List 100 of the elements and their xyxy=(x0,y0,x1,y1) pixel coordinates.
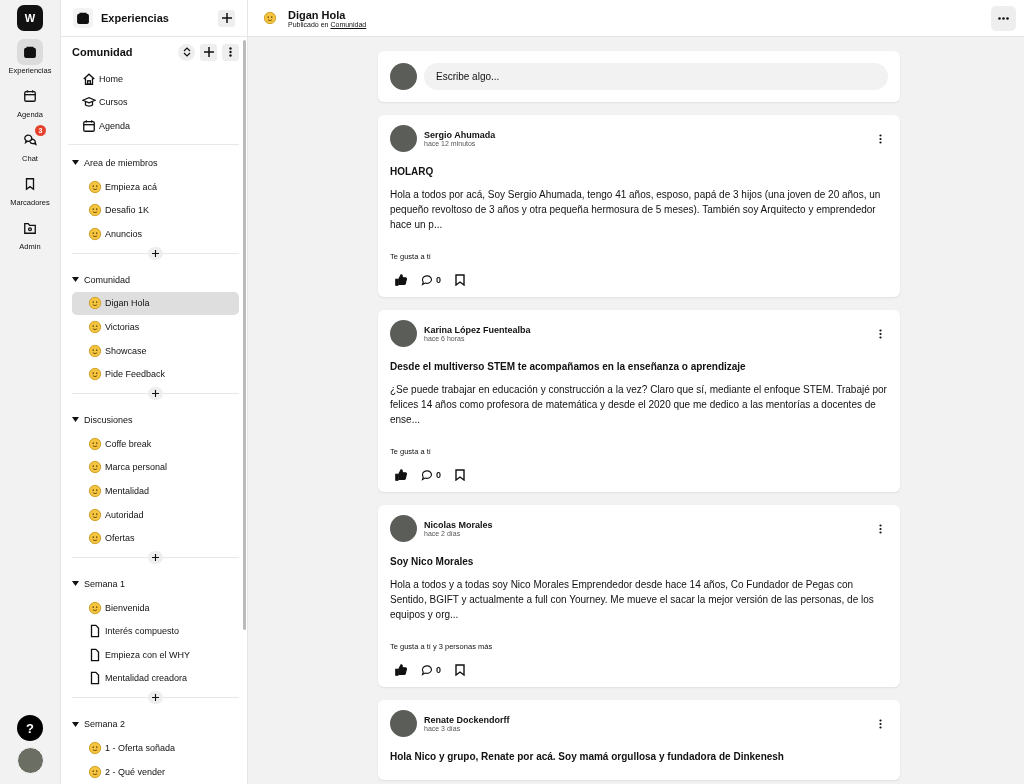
post-title: Soy Nico Morales xyxy=(390,556,475,567)
home-icon xyxy=(82,71,96,86)
more-icon xyxy=(878,133,882,144)
channel-item[interactable]: Ofertas xyxy=(72,526,239,550)
scrollbar[interactable] xyxy=(243,40,246,630)
sidebar-link[interactable]: Cursos xyxy=(72,90,239,115)
post-body: Hola a todos por acá, Soy Sergio Ahumada, tengo 41 años, esposo, papá de 3 hijos (una joven de 20 años, un pequeño revoltoso de 3 años y otra pequeña hermosura de 5 meses). También soy Arquitecto y emprendedor hace un p... xyxy=(390,188,882,232)
channel-item[interactable]: Bienvenida xyxy=(72,595,239,620)
sidebar-link[interactable]: Home xyxy=(72,67,239,91)
avatar[interactable] xyxy=(16,747,44,774)
more-icon xyxy=(878,718,882,729)
bookmark-icon xyxy=(455,274,465,286)
post-body: Hola a todos y a todas soy Nico Morales Emprendedor desde hace 14 años, Co Fundador de Pegas con Sentido, BGIFT y actualmente a full con Yourney. Me mueve el sacar la mejor versión de las personas, de los equipos y org... xyxy=(390,578,875,622)
channel-item[interactable]: Anuncios xyxy=(72,221,239,246)
comment-icon xyxy=(421,469,433,481)
switch-button[interactable] xyxy=(178,43,195,61)
sidebar-link[interactable]: Agenda xyxy=(72,114,239,138)
box-icon xyxy=(23,45,37,59)
emoji-icon xyxy=(88,226,102,241)
folder-icon xyxy=(23,221,37,235)
more-icon xyxy=(229,47,232,57)
thumbs-up-icon xyxy=(395,469,407,481)
thumbs-up-icon xyxy=(395,664,407,676)
section-header[interactable]: Discusiones xyxy=(72,407,133,432)
caret-icon xyxy=(72,277,79,283)
channel-item[interactable]: 2 - Qué vender xyxy=(72,759,239,784)
help-button[interactable]: ? xyxy=(17,715,43,741)
community-title: Comunidad xyxy=(72,46,134,58)
avatar xyxy=(390,125,417,152)
author-name: Karina López Fuentealba xyxy=(424,325,532,335)
chat-icon xyxy=(23,133,37,147)
caret-icon xyxy=(72,417,79,423)
thumbs-up-icon xyxy=(395,274,407,286)
channel-item[interactable]: Mentalidad creadora xyxy=(72,666,239,691)
document-icon xyxy=(88,671,102,686)
add-button[interactable] xyxy=(218,9,235,27)
emoji-icon xyxy=(88,507,102,522)
comment-button[interactable]: 0 xyxy=(416,661,446,679)
comment-icon xyxy=(421,274,433,286)
emoji-icon xyxy=(88,600,102,615)
channel-item[interactable]: Pide Feedback xyxy=(72,362,239,386)
channel-item[interactable]: Showcase xyxy=(72,338,239,363)
more-icon xyxy=(878,523,882,534)
channel-item[interactable]: 1 - Oferta soñada xyxy=(72,736,239,760)
add-button[interactable] xyxy=(200,43,217,61)
comment-button[interactable]: 0 xyxy=(416,271,446,289)
channel-item[interactable]: Desafio 1K xyxy=(72,198,239,222)
plus-icon xyxy=(152,389,159,397)
calendar-icon xyxy=(23,89,37,103)
section-header[interactable]: Semana 1 xyxy=(72,571,126,596)
page-title: Digan Hola xyxy=(288,8,347,21)
document-icon xyxy=(88,624,102,639)
avatar xyxy=(390,515,417,542)
section-header[interactable]: Semana 2 xyxy=(72,712,126,737)
emoji-icon xyxy=(88,531,102,546)
author-name: Sergio Ahumada xyxy=(424,130,497,140)
bookmark-icon xyxy=(455,469,465,481)
channel-item[interactable]: Empieza acá xyxy=(72,174,239,199)
channel-item[interactable]: Coffe break xyxy=(72,431,239,456)
emoji-icon xyxy=(88,436,102,451)
channel-item[interactable]: Interés compuesto xyxy=(72,619,239,644)
avatar xyxy=(390,63,417,90)
emoji-icon xyxy=(88,296,102,311)
channel-item[interactable]: Empieza con el WHY xyxy=(72,643,239,667)
post-input[interactable]: Escribe algo... xyxy=(424,63,888,90)
calendar-icon xyxy=(82,119,96,133)
post-title: Hola Nico y grupo, Renate por acá. Soy mamá orgullosa y fundadora de Dinkenesh xyxy=(390,751,785,762)
section-header[interactable]: Area de miembros xyxy=(72,150,158,175)
more-button[interactable] xyxy=(991,5,1016,31)
plus-icon xyxy=(152,694,159,702)
channel-item[interactable]: Marca personal xyxy=(72,455,239,480)
avatar xyxy=(390,320,417,347)
plus-icon xyxy=(152,249,159,257)
graduation-cap-icon xyxy=(82,95,96,110)
logo[interactable]: W xyxy=(17,5,43,31)
comment-button[interactable]: 0 xyxy=(416,466,446,484)
emoji-icon xyxy=(88,179,102,194)
channel-item[interactable]: Victorias xyxy=(72,315,239,339)
channel-item[interactable]: Autoridad xyxy=(72,502,239,527)
channel-item[interactable]: Mentalidad xyxy=(72,479,239,503)
plus-icon xyxy=(203,47,214,57)
more-icon xyxy=(878,328,882,339)
emoji-icon xyxy=(88,367,102,382)
caret-icon xyxy=(72,721,79,727)
bookmark-icon xyxy=(23,177,37,191)
emoji-icon xyxy=(88,203,102,218)
caret-icon xyxy=(72,581,79,587)
section-header[interactable]: Comunidad xyxy=(72,267,131,292)
emoji-icon xyxy=(88,483,102,498)
emoji-icon xyxy=(263,11,277,25)
bookmark-icon xyxy=(455,664,465,676)
channel-item[interactable]: Digan Hola xyxy=(72,291,239,316)
more-icon xyxy=(998,16,1009,20)
emoji-icon xyxy=(88,319,102,334)
document-icon xyxy=(88,647,102,662)
author-name: Renate Dockendorff xyxy=(424,715,511,725)
emoji-icon xyxy=(88,741,102,756)
more-button[interactable] xyxy=(222,43,239,61)
plus-icon xyxy=(221,13,232,23)
emoji-icon xyxy=(88,764,102,779)
